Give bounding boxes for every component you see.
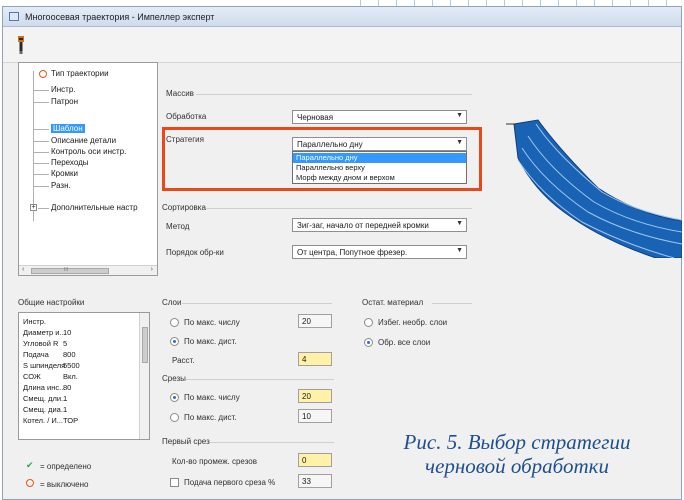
method-label: Метод <box>166 222 190 231</box>
tree-connector-line <box>38 208 49 209</box>
group-divider <box>432 303 472 304</box>
tree-connector-line <box>33 90 49 91</box>
group-remaining-label: Остат. материал <box>362 298 424 307</box>
tree-connector-line <box>33 71 34 221</box>
cuts-count-input[interactable]: 20 <box>298 389 332 403</box>
tree-connector-line <box>33 141 49 142</box>
toolpath-preview <box>506 119 682 258</box>
tree-connector-line <box>33 163 49 164</box>
warning-icon <box>26 479 34 487</box>
avoid-layers-label: Избег. необр. слои <box>378 318 448 327</box>
cuts-dist-input[interactable]: 10 <box>298 409 332 423</box>
tree-connector-line <box>33 152 49 153</box>
caption-line-1: Рис. 5. Выбор стратегии <box>403 430 631 454</box>
title-bar: Многоосевая траектория - Импеллер экспер… <box>3 7 681 27</box>
navigation-tree: Тип траектории Инстр. Патрон Шаблон Опис… <box>18 62 158 276</box>
group-sort-label: Сортировка <box>162 203 206 212</box>
first-cut-feed-checkbox[interactable] <box>170 478 179 487</box>
tree-connector-line <box>33 186 49 187</box>
settings-vertical-scrollbar[interactable] <box>139 313 149 439</box>
checkmark-icon: ✔ <box>26 460 34 470</box>
layers-by-dist-label: По макс. дист. <box>184 337 237 346</box>
tool-icon[interactable] <box>17 36 25 54</box>
chevron-down-icon: ▼ <box>456 220 463 227</box>
scrollbar-thumb[interactable] <box>142 327 148 363</box>
tree-item-tool-axis-control[interactable]: Контроль оси инстр. <box>51 147 126 156</box>
group-massiv-label: Массив <box>166 89 194 98</box>
scrollbar-grip-icon: III <box>64 267 69 273</box>
general-settings-label: Общие настройки <box>18 298 85 307</box>
method-select-value: Зиг-заг, начало от передней кромки <box>297 221 429 230</box>
layers-by-count-label: По макс. числу <box>184 318 240 327</box>
scroll-right-icon[interactable]: › <box>151 266 153 273</box>
tree-item-edges[interactable]: Кромки <box>51 169 78 178</box>
avoid-layers-radio[interactable] <box>364 318 373 327</box>
processing-label: Обработка <box>166 112 207 121</box>
tree-expand-icon[interactable]: + <box>30 204 37 211</box>
method-select[interactable]: Зиг-заг, начало от передней кромки ▼ <box>292 218 467 232</box>
tree-item-trajectory-type[interactable]: Тип траектории <box>51 69 109 78</box>
tree-item-template[interactable]: Шаблон <box>51 124 85 133</box>
warning-icon <box>39 70 47 78</box>
processing-select-value: Черновая <box>297 113 334 122</box>
layers-by-dist-radio[interactable] <box>170 337 179 346</box>
cuts-by-count-radio[interactable] <box>170 393 179 402</box>
legend-defined-label: = определено <box>40 462 92 471</box>
cuts-by-count-label: По макс. числу <box>184 393 240 402</box>
group-divider <box>206 208 472 209</box>
order-label: Порядок обр-ки <box>166 248 224 257</box>
settings-row: Котел. / И... ТОР <box>23 416 79 425</box>
strategy-highlight-frame <box>162 127 482 191</box>
layers-count-input[interactable]: 20 <box>298 314 332 328</box>
distance-label: Расст. <box>172 356 195 365</box>
figure-caption: Рис. 5. Выбор стратегии черновой обработ… <box>352 430 682 478</box>
group-divider <box>210 442 334 443</box>
cuts-by-dist-radio[interactable] <box>170 413 179 422</box>
group-cuts-label: Срезы <box>162 374 186 383</box>
caption-line-2: черновой обработки <box>425 454 609 478</box>
app-icon <box>9 12 19 21</box>
intermediate-cuts-label: Кол-во промеж. срезов <box>172 457 257 466</box>
tree-connector-line <box>33 102 49 103</box>
tree-item-tool[interactable]: Инстр. <box>51 85 76 94</box>
legend-disabled-label: = выключено <box>40 480 89 489</box>
scroll-left-icon[interactable]: ‹ <box>22 266 24 273</box>
group-layers-label: Слои <box>162 298 182 307</box>
scrollbar-thumb[interactable]: III <box>31 267 109 274</box>
distance-input[interactable]: 4 <box>298 352 332 366</box>
tree-connector-line <box>33 174 49 175</box>
intermediate-cuts-input[interactable]: 0 <box>298 453 332 467</box>
process-all-label: Обр. все слои <box>378 338 431 347</box>
tree-item-holder[interactable]: Патрон <box>51 97 78 106</box>
chevron-down-icon: ▼ <box>456 112 463 119</box>
group-first-cut-label: Первый срез <box>162 437 210 446</box>
general-settings-list: Инстр. Диаметр и... 10 Угловой R5 Подача 8… <box>18 312 150 440</box>
window-title: Многоосевая траектория - Импеллер экспер… <box>25 12 215 22</box>
first-cut-feed-input[interactable]: 33 <box>298 474 332 488</box>
process-all-radio[interactable] <box>364 338 373 347</box>
tree-horizontal-scrollbar[interactable]: ‹ III › <box>19 265 157 275</box>
layers-by-count-radio[interactable] <box>170 318 179 327</box>
order-select[interactable]: От центра, Попутное фрезер. ▼ <box>292 245 467 259</box>
tree-item-advanced-settings[interactable]: Дополнительные настр <box>51 203 138 212</box>
cuts-by-dist-label: По макс. дист. <box>184 413 237 422</box>
tree-item-part-description[interactable]: Описание детали <box>51 136 116 145</box>
group-divider <box>186 379 334 380</box>
processing-select[interactable]: Черновая ▼ <box>292 110 467 124</box>
chevron-down-icon: ▼ <box>456 247 463 254</box>
tree-connector-line <box>33 129 49 130</box>
group-divider <box>182 303 332 304</box>
first-cut-feed-label: Подача первого среза % <box>184 478 276 487</box>
tree-item-linking[interactable]: Переходы <box>51 158 89 167</box>
order-select-value: От центра, Попутное фрезер. <box>297 248 408 257</box>
group-divider <box>196 94 472 95</box>
tree-item-misc[interactable]: Разн. <box>51 181 71 190</box>
toolbar <box>3 27 681 63</box>
